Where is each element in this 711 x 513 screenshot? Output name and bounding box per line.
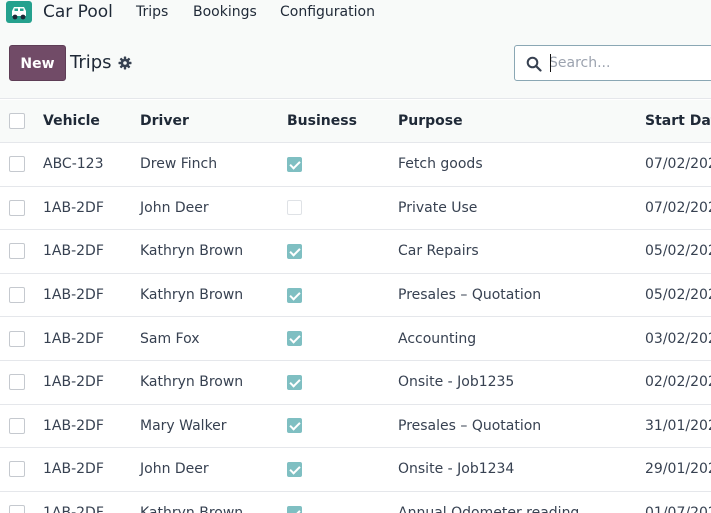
business-checkbox[interactable] xyxy=(287,230,302,273)
business-checkbox[interactable] xyxy=(287,187,302,230)
driver-cell: Kathryn Brown xyxy=(140,492,243,513)
column-header-start-date[interactable]: Start Date xyxy=(645,100,711,142)
vehicle-cell: 1AB-2DF xyxy=(43,330,104,347)
table-row[interactable]: 1AB-2DF John Deer Onsite - Job1234 29/01/20… xyxy=(0,448,711,492)
gear-icon[interactable] xyxy=(118,56,132,70)
row-select-checkbox[interactable] xyxy=(9,317,25,360)
row-select-checkbox[interactable] xyxy=(9,187,25,230)
driver-cell: Mary Walker xyxy=(140,417,227,434)
purpose-cell: Fetch goods xyxy=(398,156,483,173)
business-checkbox[interactable] xyxy=(287,361,302,404)
table-row[interactable]: 1AB-2DF Kathryn Brown Car Repairs 05/02/202 xyxy=(0,230,711,274)
driver-cell: Kathryn Brown xyxy=(140,287,244,304)
start-date-cell: 31/01/202 xyxy=(645,417,711,434)
control-panel: New Trips xyxy=(0,26,711,99)
search-icon xyxy=(526,56,542,72)
vehicle-cell: 1AB-2DF xyxy=(43,199,104,216)
top-navbar: Car Pool Trips Bookings Configuration xyxy=(0,0,711,26)
start-date-cell: 01/07/202 xyxy=(645,492,711,513)
start-date-cell: 07/02/202 xyxy=(645,199,711,216)
table-row[interactable]: 1AB-2DF Sam Fox Accounting 03/02/202 xyxy=(0,317,711,361)
driver-cell: Kathryn Brown xyxy=(140,374,244,391)
table-row[interactable]: 1AB-2DF Kathryn Brown Annual Odometer read… xyxy=(0,492,711,513)
purpose-cell: Onsite - Job1235 xyxy=(398,374,515,391)
page-title: Trips xyxy=(70,52,112,73)
row-select-checkbox[interactable] xyxy=(9,361,25,404)
business-checkbox[interactable] xyxy=(287,492,302,513)
vehicle-cell: 1AB-2DF xyxy=(43,417,104,434)
text-caret xyxy=(550,54,551,72)
new-button[interactable]: New xyxy=(9,45,66,81)
purpose-cell: Annual Odometer reading xyxy=(398,492,579,513)
start-date-cell: 03/02/202 xyxy=(645,330,711,347)
start-date-cell: 05/02/202 xyxy=(645,243,711,260)
column-header-driver[interactable]: Driver xyxy=(140,100,189,142)
table-row[interactable]: 1AB-2DF Kathryn Brown Presales – Quotation… xyxy=(0,274,711,318)
driver-cell: Sam Fox xyxy=(140,330,200,347)
table-row[interactable]: ABC-123 Drew Finch Fetch goods 07/02/202 xyxy=(0,143,711,187)
app-name[interactable]: Car Pool xyxy=(43,1,113,23)
start-date-cell: 29/01/202 xyxy=(645,461,711,478)
start-date-cell: 05/02/202 xyxy=(645,287,711,304)
purpose-cell: Presales – Quotation xyxy=(398,417,542,434)
table-row[interactable]: 1AB-2DF John Deer Private Use 07/02/202 xyxy=(0,187,711,231)
business-checkbox[interactable] xyxy=(287,317,302,360)
row-select-checkbox[interactable] xyxy=(9,448,25,491)
purpose-cell: Private Use xyxy=(398,199,478,216)
vehicle-cell: 1AB-2DF xyxy=(43,492,104,513)
menu-configuration[interactable]: Configuration xyxy=(280,4,375,20)
business-checkbox[interactable] xyxy=(287,405,302,448)
car-icon[interactable] xyxy=(6,1,32,23)
vehicle-cell: 1AB-2DF xyxy=(43,287,104,304)
row-select-checkbox[interactable] xyxy=(9,492,25,513)
search-input[interactable] xyxy=(549,52,711,74)
select-all-checkbox[interactable] xyxy=(9,100,25,142)
table-row[interactable]: 1AB-2DF Mary Walker Presales – Quotation 31… xyxy=(0,405,711,449)
start-date-cell: 02/02/202 xyxy=(645,374,711,391)
vehicle-cell: 1AB-2DF xyxy=(43,243,104,260)
trips-table: Vehicle Driver Business Purpose Start Da… xyxy=(0,100,711,513)
column-header-purpose[interactable]: Purpose xyxy=(398,100,463,142)
table-header: Vehicle Driver Business Purpose Start Da… xyxy=(0,100,711,143)
vehicle-cell: 1AB-2DF xyxy=(43,461,104,478)
vehicle-cell: ABC-123 xyxy=(43,156,104,173)
column-header-business[interactable]: Business xyxy=(287,100,357,142)
purpose-cell: Onsite - Job1234 xyxy=(398,461,515,478)
menu-bookings[interactable]: Bookings xyxy=(193,4,257,20)
start-date-cell: 07/02/202 xyxy=(645,156,711,173)
row-select-checkbox[interactable] xyxy=(9,230,25,273)
business-checkbox[interactable] xyxy=(287,143,302,186)
vehicle-cell: 1AB-2DF xyxy=(43,374,104,391)
row-select-checkbox[interactable] xyxy=(9,143,25,186)
driver-cell: John Deer xyxy=(140,199,209,216)
driver-cell: John Deer xyxy=(140,461,209,478)
purpose-cell: Presales – Quotation xyxy=(398,287,542,304)
table-row[interactable]: 1AB-2DF Kathryn Brown Onsite - Job1235 02/0… xyxy=(0,361,711,405)
row-select-checkbox[interactable] xyxy=(9,274,25,317)
search-box[interactable] xyxy=(514,45,711,81)
business-checkbox[interactable] xyxy=(287,448,302,491)
row-select-checkbox[interactable] xyxy=(9,405,25,448)
purpose-cell: Car Repairs xyxy=(398,243,479,260)
driver-cell: Drew Finch xyxy=(140,156,218,173)
driver-cell: Kathryn Brown xyxy=(140,243,244,260)
menu-trips[interactable]: Trips xyxy=(136,4,168,20)
business-checkbox[interactable] xyxy=(287,274,302,317)
column-header-vehicle[interactable]: Vehicle xyxy=(43,100,100,142)
purpose-cell: Accounting xyxy=(398,330,477,347)
